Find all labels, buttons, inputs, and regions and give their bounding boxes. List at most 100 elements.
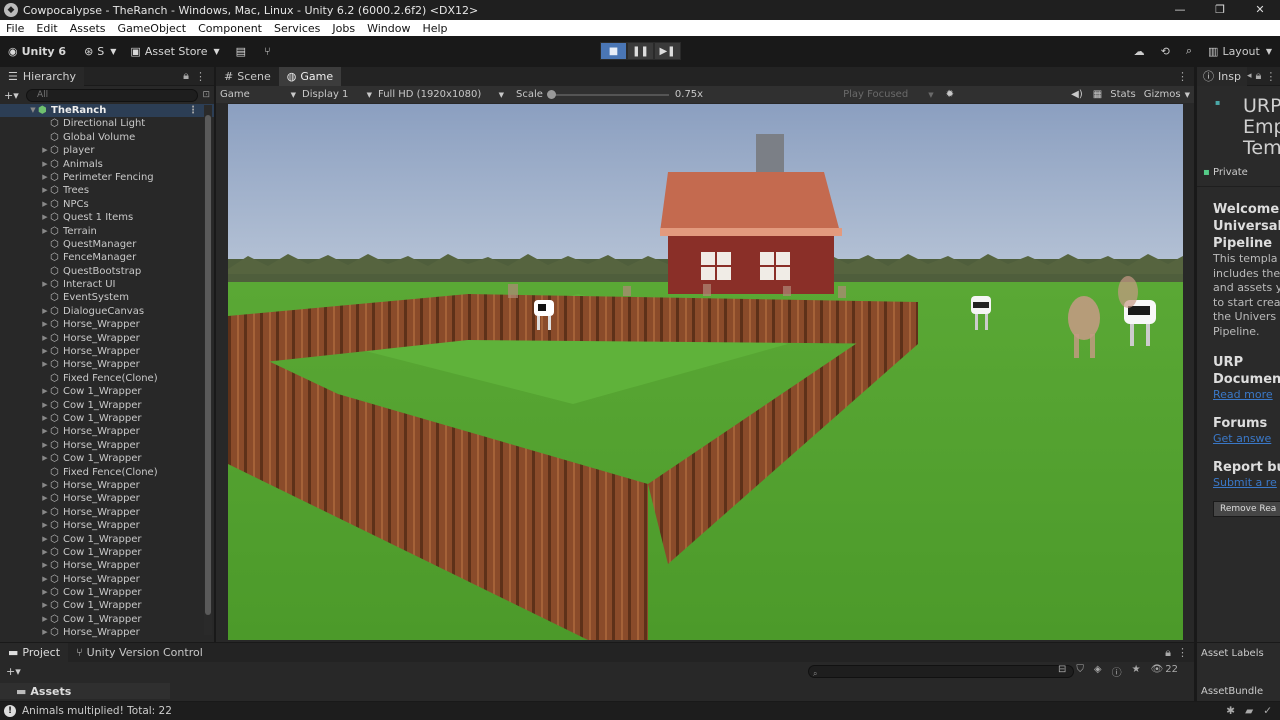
layout-dropdown[interactable]: ▥ Layout ▼ <box>1208 45 1272 58</box>
expand-arrow-icon[interactable]: ▶ <box>40 626 50 639</box>
expand-arrow-icon[interactable]: ▶ <box>40 479 50 492</box>
tag-icon[interactable]: ◈ <box>1094 664 1102 679</box>
pause-button[interactable]: ❚❚ <box>627 42 654 60</box>
tab-game[interactable]: ◍ Game <box>278 67 342 86</box>
expand-arrow-icon[interactable]: ▶ <box>40 452 50 465</box>
hierarchy-item[interactable]: ▶ ⬡ Horse_Wrapper <box>0 425 214 438</box>
hidden-count-icon[interactable]: 👁︎ <box>1151 664 1164 679</box>
expand-arrow-icon[interactable]: ▶ <box>40 318 50 331</box>
expand-arrow-icon[interactable]: ▶ <box>40 573 50 586</box>
hierarchy-item[interactable]: ▶ ⬡ Horse_Wrapper <box>0 318 214 331</box>
hierarchy-item[interactable]: ▶ ⬡ Horse_Wrapper <box>0 559 214 572</box>
expand-arrow-icon[interactable]: ▶ <box>40 546 50 559</box>
remove-readme-button[interactable]: Remove Rea <box>1213 500 1280 517</box>
account-dropdown[interactable]: ⊛ S ▼ <box>84 45 116 58</box>
brightness-icon[interactable]: ✹ <box>946 89 954 100</box>
hierarchy-item[interactable]: ▶ ⬡ Horse_Wrapper <box>0 439 214 452</box>
hierarchy-item[interactable]: ▶ ⬡ Cow 1_Wrapper <box>0 385 214 398</box>
hierarchy-item[interactable]: ▶ ⬡ NPCs <box>0 198 214 211</box>
hierarchy-item[interactable]: ▶ ⬡ Animals <box>0 158 214 171</box>
scale-slider[interactable] <box>546 89 669 99</box>
private-toggle[interactable]: ▪ Private <box>1197 167 1280 178</box>
hierarchy-root-row[interactable]: ▼ ⬢ TheRanch ⋮ <box>0 104 214 118</box>
more-options-icon[interactable]: ⋮ <box>1177 646 1188 659</box>
favorite-icon[interactable]: ★ <box>1132 664 1141 679</box>
expand-arrow-icon[interactable]: ▶ <box>40 399 50 412</box>
hierarchy-item[interactable]: ⬡ EventSystem <box>0 291 214 304</box>
hierarchy-item[interactable]: ⬡ Directional Light <box>0 117 214 130</box>
maximize-button[interactable]: ❐ <box>1200 0 1240 20</box>
hierarchy-item[interactable]: ⬡ Global Volume <box>0 131 214 144</box>
hierarchy-item[interactable]: ▶ ⬡ Terrain <box>0 225 214 238</box>
hierarchy-item[interactable]: ▶ ⬡ Horse_Wrapper <box>0 626 214 639</box>
hierarchy-item[interactable]: ⬡ QuestManager <box>0 238 214 251</box>
play-focused-dropdown[interactable]: Play Focused ▼ <box>843 89 933 100</box>
search-by-type-icon[interactable]: ⊟ <box>1058 664 1066 679</box>
menu-help[interactable]: Help <box>416 22 453 35</box>
hierarchy-item[interactable]: ▶ ⬡ Cow 1_Wrapper <box>0 533 214 546</box>
menu-jobs[interactable]: Jobs <box>326 22 361 35</box>
project-search-input[interactable]: ⌕ <box>808 665 1074 678</box>
close-button[interactable]: ✕ <box>1240 0 1280 20</box>
forums-link[interactable]: Get answe <box>1197 432 1280 445</box>
hierarchy-item[interactable]: ▶ ⬡ Trees <box>0 184 214 197</box>
expand-arrow-icon[interactable]: ▶ <box>40 492 50 505</box>
expand-arrow-icon[interactable]: ▶ <box>40 599 50 612</box>
search-by-label-icon[interactable]: ⛉ <box>1076 664 1084 679</box>
more-options-icon[interactable]: ⋮ <box>1177 70 1188 83</box>
hierarchy-item[interactable]: ▶ ⬡ Cow 1_Wrapper <box>0 399 214 412</box>
hierarchy-item[interactable]: ▶ ⬡ Cow 1_Wrapper <box>0 412 214 425</box>
expand-arrow-icon[interactable]: ▶ <box>40 225 50 238</box>
hierarchy-item[interactable]: ▶ ⬡ Horse_Wrapper <box>0 479 214 492</box>
menu-file[interactable]: File <box>0 22 30 35</box>
stats-grid-icon[interactable]: ▦ <box>1093 89 1102 100</box>
expand-arrow-icon[interactable]: ▶ <box>40 211 50 224</box>
step-button[interactable]: ▶❚ <box>654 42 681 60</box>
hierarchy-item[interactable]: ▶ ⬡ Interact UI <box>0 278 214 291</box>
hierarchy-item[interactable]: ▶ ⬡ Cow 1_Wrapper <box>0 586 214 599</box>
gizmos-button[interactable]: Gizmos ▼ <box>1144 89 1190 100</box>
hierarchy-item[interactable]: ▶ ⬡ Quest 1 Items <box>0 211 214 224</box>
expand-arrow-icon[interactable]: ▶ <box>40 613 50 626</box>
cloud-icon[interactable]: ☁ <box>1134 45 1145 58</box>
hierarchy-item[interactable]: ▶ ⬡ Horse_Wrapper <box>0 519 214 532</box>
expand-arrow-icon[interactable]: ▶ <box>40 184 50 197</box>
hierarchy-item[interactable]: ▶ ⬡ Cow 1_Wrapper <box>0 613 214 626</box>
scale-slider-thumb[interactable] <box>546 89 556 99</box>
unity-account-button[interactable]: ◉ Unity 6 <box>8 45 66 58</box>
hierarchy-item[interactable]: ▶ ⬡ Horse_Wrapper <box>0 332 214 345</box>
expand-arrow-icon[interactable]: ▼ <box>28 104 38 117</box>
menu-component[interactable]: Component <box>192 22 268 35</box>
expand-arrow-icon[interactable]: ▶ <box>40 586 50 599</box>
expand-arrow-icon[interactable]: ▶ <box>40 171 50 184</box>
expand-arrow-icon[interactable]: ▶ <box>40 385 50 398</box>
hierarchy-item[interactable]: ⬡ Fixed Fence(Clone) <box>0 372 214 385</box>
chevron-down-icon[interactable]: ◂ <box>1247 71 1252 81</box>
hierarchy-item[interactable]: ▶ ⬡ Horse_Wrapper <box>0 492 214 505</box>
game-viewport[interactable] <box>228 104 1183 640</box>
add-object-button[interactable]: +▾ <box>4 89 26 102</box>
hierarchy-item[interactable]: ⬡ Fixed Fence(Clone) <box>0 466 214 479</box>
menu-assets[interactable]: Assets <box>64 22 112 35</box>
expand-arrow-icon[interactable]: ▶ <box>40 439 50 452</box>
debug-icon[interactable]: ✱ <box>1226 705 1235 717</box>
hierarchy-item[interactable]: ▶ ⬡ Cow 1_Wrapper <box>0 599 214 612</box>
hierarchy-item[interactable]: ▶ ⬡ Perimeter Fencing <box>0 171 214 184</box>
report-link[interactable]: Submit a re <box>1197 476 1280 489</box>
tab-project[interactable]: ▬ Project <box>0 643 69 662</box>
hierarchy-tab[interactable]: ☰ Hierarchy <box>0 66 85 86</box>
hierarchy-item[interactable]: ⬡ QuestBootstrap <box>0 265 214 278</box>
expand-arrow-icon[interactable]: ▶ <box>40 358 50 371</box>
lock-icon[interactable]: 🔒︎ <box>1165 646 1171 660</box>
tab-version-control[interactable]: ⑂ Unity Version Control <box>68 643 211 662</box>
menu-services[interactable]: Services <box>268 22 326 35</box>
lock-icon[interactable]: 🔒︎ <box>1255 69 1261 83</box>
hierarchy-item[interactable]: ▶ ⬡ Cow 1_Wrapper <box>0 546 214 559</box>
status-message[interactable]: Animals multiplied! Total: 22 <box>22 705 172 717</box>
expand-arrow-icon[interactable]: ▶ <box>40 198 50 211</box>
package-icon[interactable]: ▤ <box>236 45 246 58</box>
expand-arrow-icon[interactable]: ▶ <box>40 425 50 438</box>
search-icon[interactable]: ⌕ <box>1186 44 1192 58</box>
lock-icon[interactable]: 🔒︎ <box>183 69 189 83</box>
menu-window[interactable]: Window <box>361 22 416 35</box>
